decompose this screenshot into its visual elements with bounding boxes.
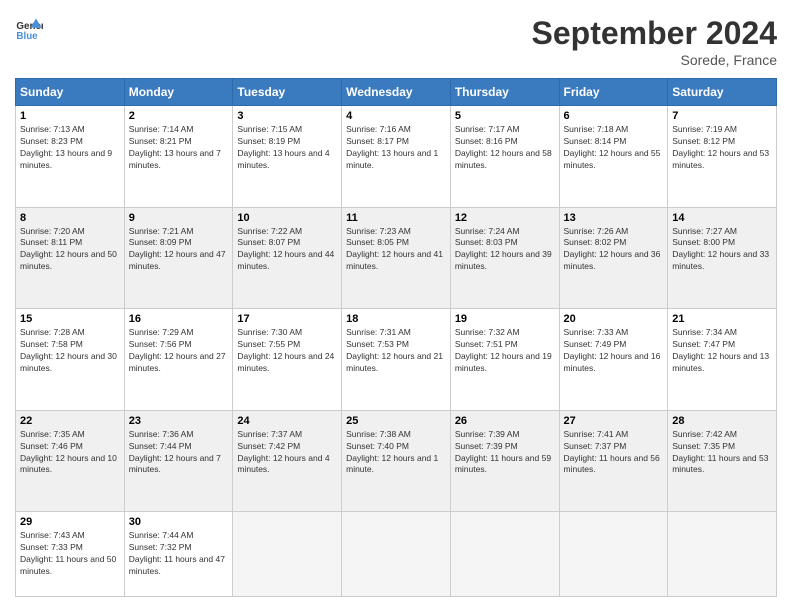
logo-icon: General Blue bbox=[15, 15, 43, 43]
calendar-header-row: Sunday Monday Tuesday Wednesday Thursday… bbox=[16, 79, 777, 106]
day-18: 18 Sunrise: 7:31 AMSunset: 7:53 PMDaylig… bbox=[342, 309, 451, 411]
day-20: 20 Sunrise: 7:33 AMSunset: 7:49 PMDaylig… bbox=[559, 309, 668, 411]
week-row-2: 8 Sunrise: 7:20 AMSunset: 8:11 PMDayligh… bbox=[16, 207, 777, 309]
empty-cell-2 bbox=[342, 512, 451, 597]
day-21: 21 Sunrise: 7:34 AMSunset: 7:47 PMDaylig… bbox=[668, 309, 777, 411]
empty-cell-1 bbox=[233, 512, 342, 597]
month-title: September 2024 bbox=[532, 15, 777, 52]
day-11: 11 Sunrise: 7:23 AMSunset: 8:05 PMDaylig… bbox=[342, 207, 451, 309]
day-27: 27 Sunrise: 7:41 AMSunset: 7:37 PMDaylig… bbox=[559, 410, 668, 512]
day-1: 1 Sunrise: 7:13 AMSunset: 8:23 PMDayligh… bbox=[16, 106, 125, 208]
day-15: 15 Sunrise: 7:28 AMSunset: 7:58 PMDaylig… bbox=[16, 309, 125, 411]
day-16: 16 Sunrise: 7:29 AMSunset: 7:56 PMDaylig… bbox=[124, 309, 233, 411]
day-10: 10 Sunrise: 7:22 AMSunset: 8:07 PMDaylig… bbox=[233, 207, 342, 309]
col-sunday: Sunday bbox=[16, 79, 125, 106]
day-6: 6 Sunrise: 7:18 AMSunset: 8:14 PMDayligh… bbox=[559, 106, 668, 208]
day-24: 24 Sunrise: 7:37 AMSunset: 7:42 PMDaylig… bbox=[233, 410, 342, 512]
col-monday: Monday bbox=[124, 79, 233, 106]
header: General Blue September 2024 Sorede, Fran… bbox=[15, 15, 777, 68]
week-row-4: 22 Sunrise: 7:35 AMSunset: 7:46 PMDaylig… bbox=[16, 410, 777, 512]
col-tuesday: Tuesday bbox=[233, 79, 342, 106]
day-23: 23 Sunrise: 7:36 AMSunset: 7:44 PMDaylig… bbox=[124, 410, 233, 512]
page: General Blue September 2024 Sorede, Fran… bbox=[0, 0, 792, 612]
day-12: 12 Sunrise: 7:24 AMSunset: 8:03 PMDaylig… bbox=[450, 207, 559, 309]
week-row-5: 29 Sunrise: 7:43 AMSunset: 7:33 PMDaylig… bbox=[16, 512, 777, 597]
day-7: 7 Sunrise: 7:19 AMSunset: 8:12 PMDayligh… bbox=[668, 106, 777, 208]
day-22: 22 Sunrise: 7:35 AMSunset: 7:46 PMDaylig… bbox=[16, 410, 125, 512]
week-row-3: 15 Sunrise: 7:28 AMSunset: 7:58 PMDaylig… bbox=[16, 309, 777, 411]
col-thursday: Thursday bbox=[450, 79, 559, 106]
day-17: 17 Sunrise: 7:30 AMSunset: 7:55 PMDaylig… bbox=[233, 309, 342, 411]
day-14: 14 Sunrise: 7:27 AMSunset: 8:00 PMDaylig… bbox=[668, 207, 777, 309]
day-8: 8 Sunrise: 7:20 AMSunset: 8:11 PMDayligh… bbox=[16, 207, 125, 309]
week-row-1: 1 Sunrise: 7:13 AMSunset: 8:23 PMDayligh… bbox=[16, 106, 777, 208]
day-3: 3 Sunrise: 7:15 AMSunset: 8:19 PMDayligh… bbox=[233, 106, 342, 208]
empty-cell-4 bbox=[559, 512, 668, 597]
day-30: 30 Sunrise: 7:44 AMSunset: 7:32 PMDaylig… bbox=[124, 512, 233, 597]
col-friday: Friday bbox=[559, 79, 668, 106]
col-saturday: Saturday bbox=[668, 79, 777, 106]
day-9: 9 Sunrise: 7:21 AMSunset: 8:09 PMDayligh… bbox=[124, 207, 233, 309]
location: Sorede, France bbox=[532, 52, 777, 68]
calendar-table: Sunday Monday Tuesday Wednesday Thursday… bbox=[15, 78, 777, 597]
day-13: 13 Sunrise: 7:26 AMSunset: 8:02 PMDaylig… bbox=[559, 207, 668, 309]
day-25: 25 Sunrise: 7:38 AMSunset: 7:40 PMDaylig… bbox=[342, 410, 451, 512]
day-29: 29 Sunrise: 7:43 AMSunset: 7:33 PMDaylig… bbox=[16, 512, 125, 597]
empty-cell-3 bbox=[450, 512, 559, 597]
title-block: September 2024 Sorede, France bbox=[532, 15, 777, 68]
empty-cell-5 bbox=[668, 512, 777, 597]
day-19: 19 Sunrise: 7:32 AMSunset: 7:51 PMDaylig… bbox=[450, 309, 559, 411]
day-26: 26 Sunrise: 7:39 AMSunset: 7:39 PMDaylig… bbox=[450, 410, 559, 512]
logo: General Blue bbox=[15, 15, 43, 43]
svg-text:Blue: Blue bbox=[16, 31, 38, 42]
day-2: 2 Sunrise: 7:14 AMSunset: 8:21 PMDayligh… bbox=[124, 106, 233, 208]
day-4: 4 Sunrise: 7:16 AMSunset: 8:17 PMDayligh… bbox=[342, 106, 451, 208]
col-wednesday: Wednesday bbox=[342, 79, 451, 106]
day-5: 5 Sunrise: 7:17 AMSunset: 8:16 PMDayligh… bbox=[450, 106, 559, 208]
day-28: 28 Sunrise: 7:42 AMSunset: 7:35 PMDaylig… bbox=[668, 410, 777, 512]
